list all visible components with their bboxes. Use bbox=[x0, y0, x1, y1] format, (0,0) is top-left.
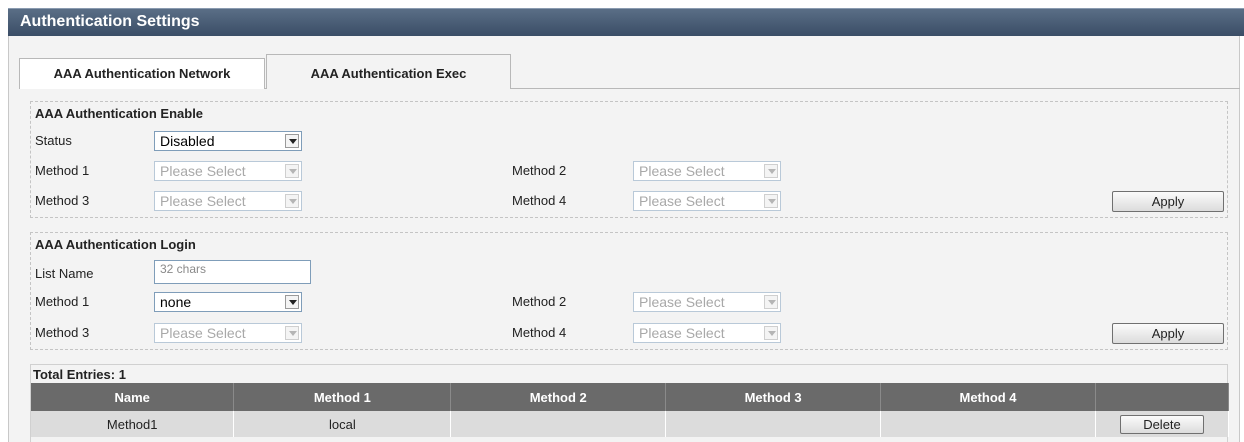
login-apply-button[interactable]: Apply bbox=[1112, 323, 1224, 344]
enable-section-heading: AAA Authentication Enable bbox=[35, 106, 204, 121]
login-method2-label: Method 2 bbox=[512, 294, 567, 309]
column-header-name: Name bbox=[31, 383, 235, 411]
enable-method3-label: Method 3 bbox=[35, 193, 90, 208]
cell-name: Method1 bbox=[31, 411, 235, 437]
login-method2-value: Please Select bbox=[639, 294, 725, 310]
login-method4-label: Method 4 bbox=[512, 325, 567, 340]
enable-method2-select[interactable]: Please Select bbox=[633, 161, 781, 181]
status-label: Status bbox=[35, 133, 72, 148]
enable-method1-label: Method 1 bbox=[35, 163, 90, 178]
enable-method2-value: Please Select bbox=[639, 163, 725, 179]
status-select-value: Disabled bbox=[160, 133, 215, 149]
enable-method4-value: Please Select bbox=[639, 193, 725, 209]
cell-action: Delete bbox=[1095, 411, 1230, 437]
login-method4-value: Please Select bbox=[639, 325, 725, 341]
page-title: Authentication Settings bbox=[20, 13, 200, 30]
enable-method2-label: Method 2 bbox=[512, 163, 567, 178]
list-name-input[interactable]: 32 chars bbox=[154, 260, 311, 284]
chevron-down-icon bbox=[285, 164, 299, 178]
chevron-down-icon bbox=[285, 134, 299, 148]
chevron-down-icon bbox=[285, 194, 299, 208]
title-bar: Authentication Settings bbox=[8, 8, 1244, 36]
cell-method4 bbox=[880, 411, 1096, 437]
delete-button[interactable]: Delete bbox=[1119, 414, 1204, 434]
login-method3-value: Please Select bbox=[160, 325, 246, 341]
login-method1-value: none bbox=[160, 294, 192, 310]
chevron-down-icon bbox=[764, 295, 778, 309]
entries-table: Name Method 1 Method 2 Method 3 Method 4… bbox=[31, 383, 1230, 437]
chevron-down-icon bbox=[764, 194, 778, 208]
enable-method3-value: Please Select bbox=[160, 193, 246, 209]
cell-method1: local bbox=[233, 411, 452, 437]
enable-method1-select[interactable]: Please Select bbox=[154, 161, 302, 181]
column-header-action bbox=[1095, 383, 1230, 411]
status-select[interactable]: Disabled bbox=[154, 131, 302, 151]
cell-method3 bbox=[665, 411, 882, 437]
enable-method4-select[interactable]: Please Select bbox=[633, 191, 781, 211]
table-header-row: Name Method 1 Method 2 Method 3 Method 4 bbox=[31, 383, 1230, 411]
column-header-method3: Method 3 bbox=[665, 383, 882, 411]
table-row: Method1 local Delete bbox=[31, 411, 1230, 437]
login-method3-label: Method 3 bbox=[35, 325, 90, 340]
tab-aaa-authentication-exec[interactable]: AAA Authentication Exec bbox=[266, 54, 511, 89]
login-method1-label: Method 1 bbox=[35, 294, 90, 309]
column-header-method2: Method 2 bbox=[450, 383, 667, 411]
total-entries: Total Entries: 1 bbox=[33, 367, 126, 382]
login-method4-select[interactable]: Please Select bbox=[633, 323, 781, 343]
chevron-down-icon bbox=[285, 295, 299, 309]
chevron-down-icon bbox=[764, 164, 778, 178]
chevron-down-icon bbox=[764, 326, 778, 340]
tab-aaa-authentication-network[interactable]: AAA Authentication Network bbox=[19, 58, 265, 89]
enable-method3-select[interactable]: Please Select bbox=[154, 191, 302, 211]
chevron-down-icon bbox=[285, 326, 299, 340]
list-name-label: List Name bbox=[35, 266, 94, 281]
login-section-heading: AAA Authentication Login bbox=[35, 237, 196, 252]
enable-apply-button[interactable]: Apply bbox=[1112, 191, 1224, 212]
login-method2-select[interactable]: Please Select bbox=[633, 292, 781, 312]
enable-method4-label: Method 4 bbox=[512, 193, 567, 208]
column-header-method4: Method 4 bbox=[880, 383, 1096, 411]
login-method3-select[interactable]: Please Select bbox=[154, 323, 302, 343]
cell-method2 bbox=[450, 411, 667, 437]
enable-method1-value: Please Select bbox=[160, 163, 246, 179]
column-header-method1: Method 1 bbox=[233, 383, 452, 411]
login-method1-select[interactable]: none bbox=[154, 292, 302, 312]
